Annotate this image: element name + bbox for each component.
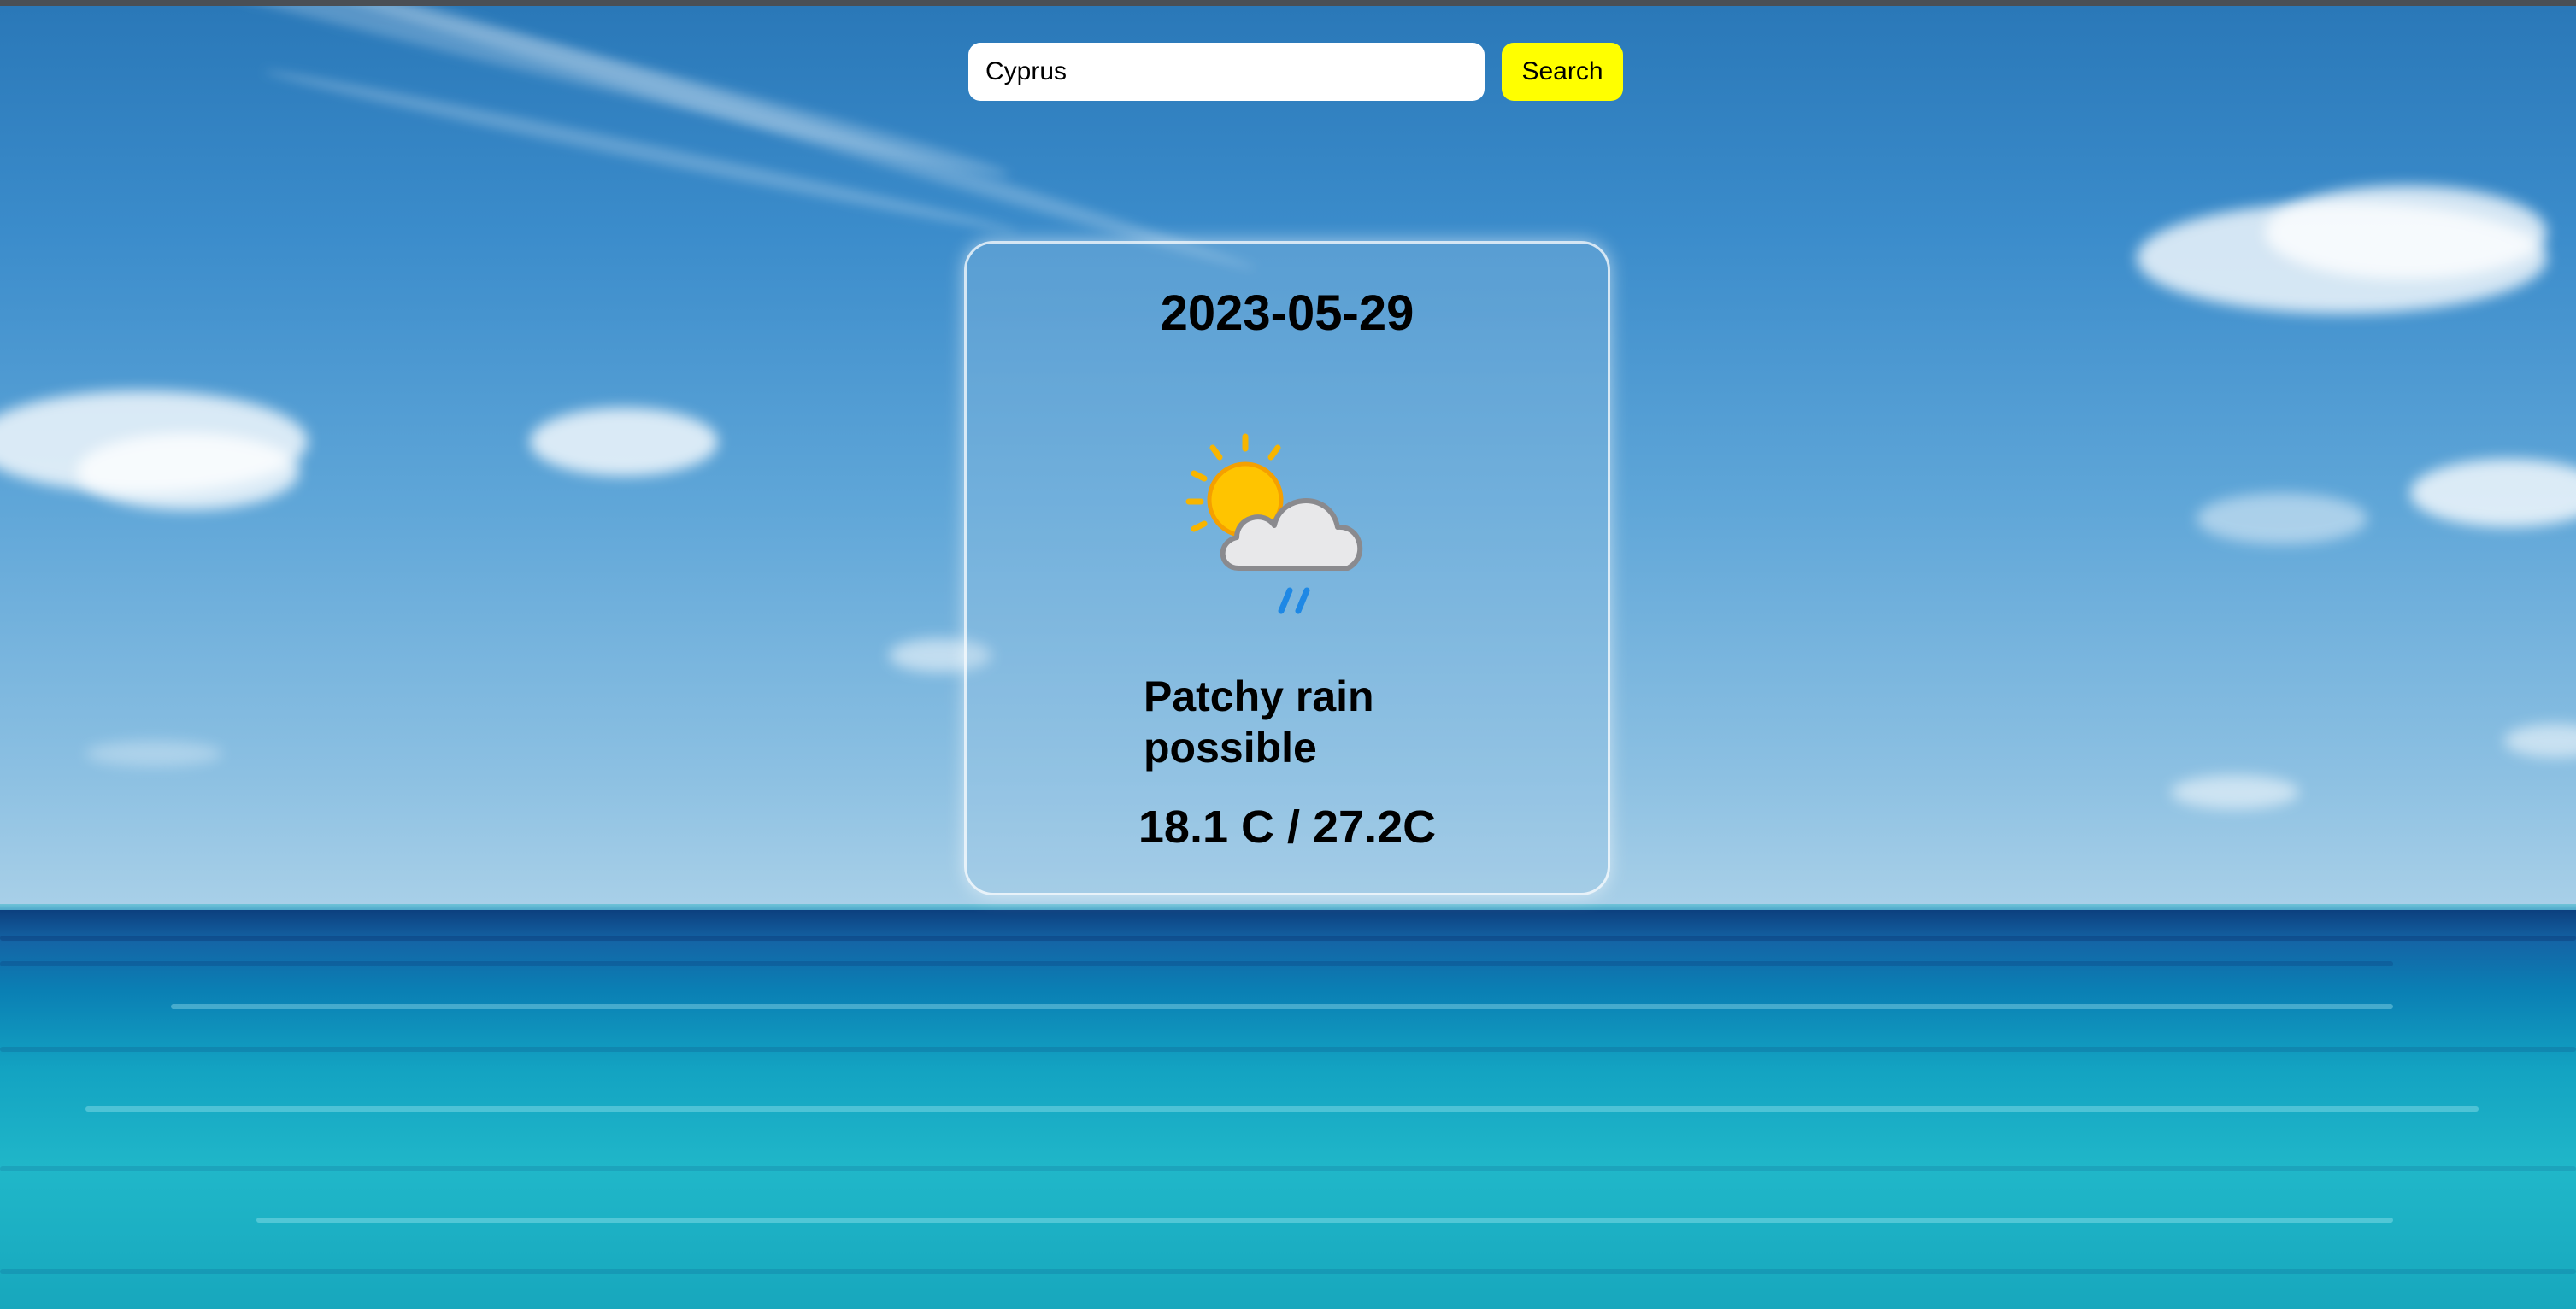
weather-condition: Patchy rain possible (1144, 672, 1374, 772)
sea-background (0, 910, 2576, 1309)
temperature-range: 18.1 C / 27.2C (1138, 801, 1437, 853)
forecast-date: 2023-05-29 (1160, 285, 1414, 341)
forecast-card: 2023-05-29 Patchy rain possible 18.1 C /… (964, 241, 1610, 895)
page: Search 2023-05-29 Patchy rain poss (0, 0, 2576, 1309)
search-input[interactable] (968, 43, 1485, 101)
partly-cloudy-rain-icon (1185, 433, 1363, 614)
search-button[interactable]: Search (1502, 43, 1623, 101)
browser-top-edge (0, 0, 2576, 6)
